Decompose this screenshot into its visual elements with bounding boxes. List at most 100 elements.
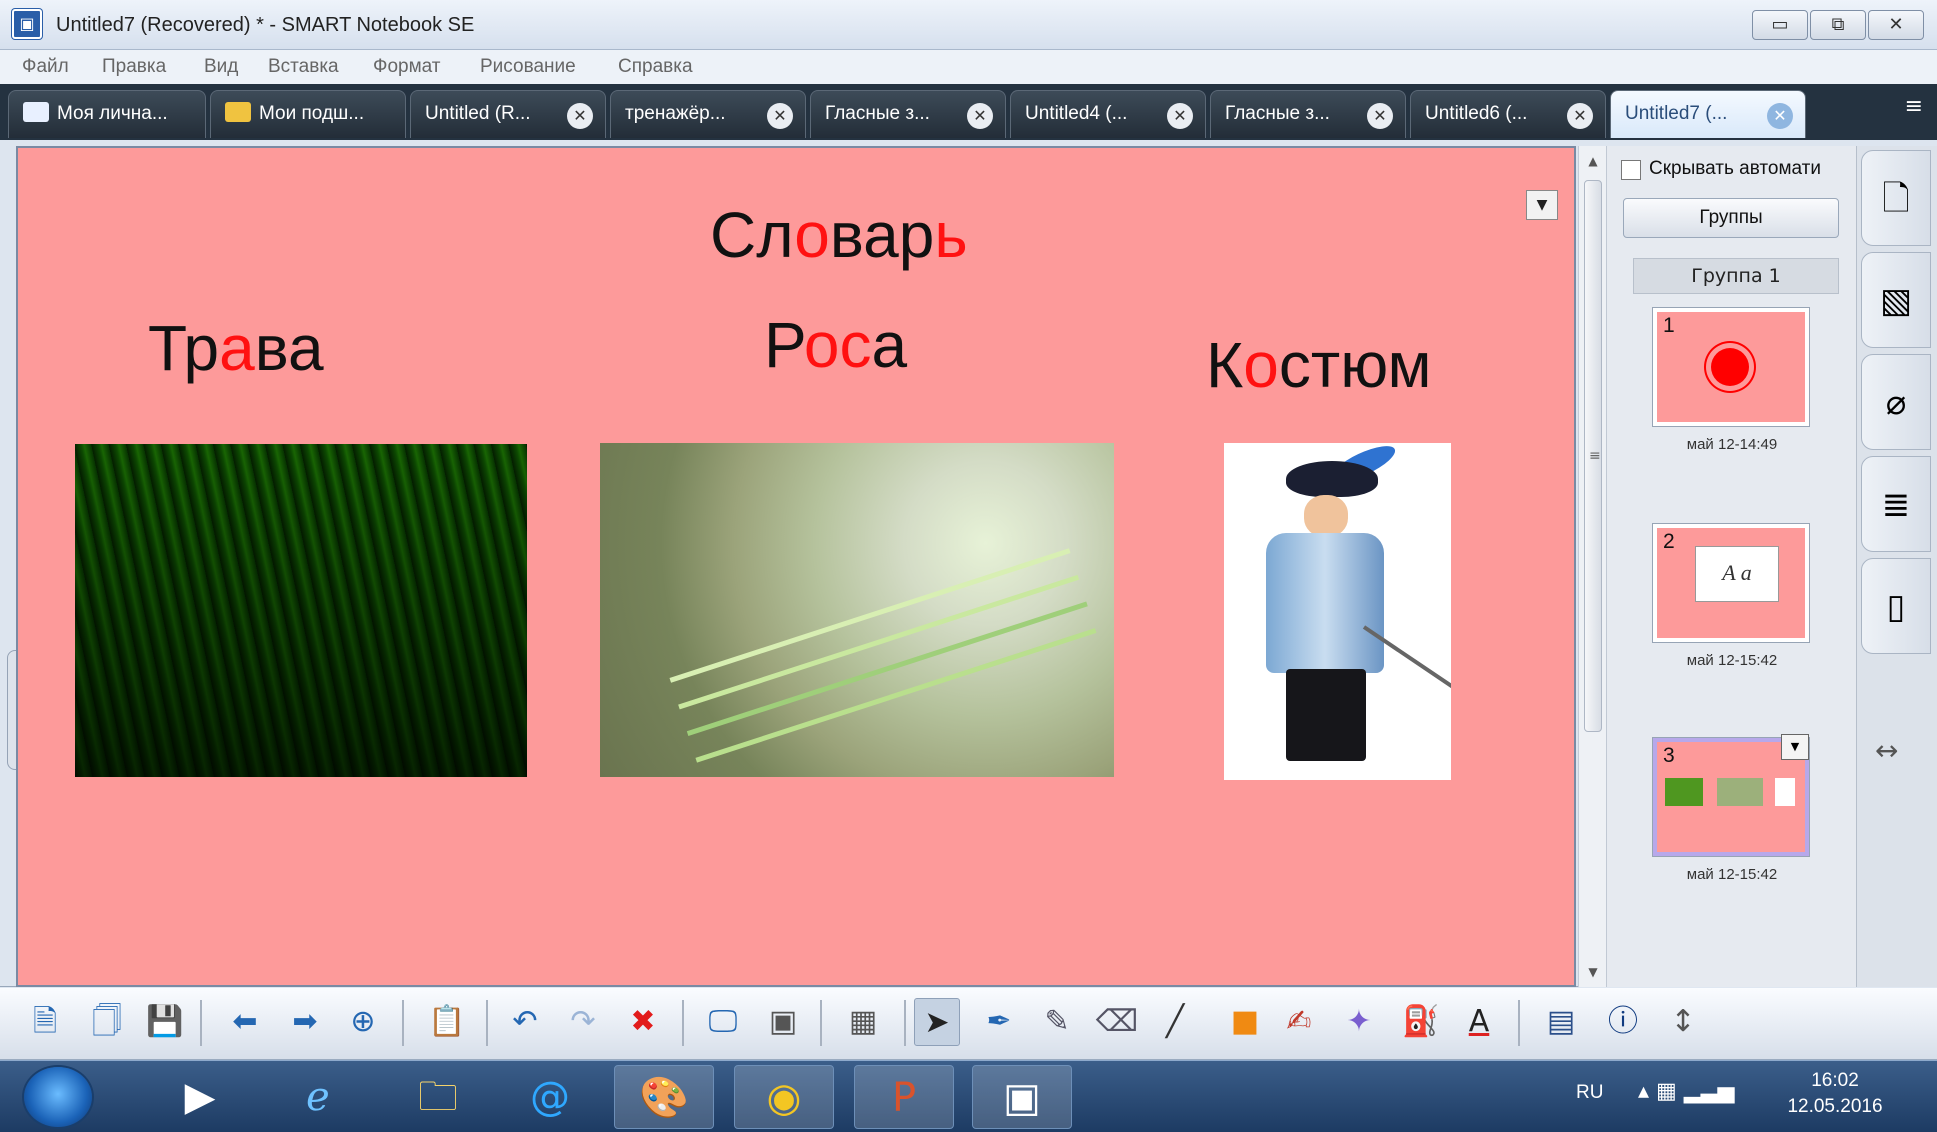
boy-face [1304,495,1348,537]
pen-icon[interactable]: ✒ [976,998,1022,1046]
tab-untitled4[interactable]: Untitled4 (... ✕ [1010,90,1206,138]
tab-vowels-2[interactable]: Гласные з... ✕ [1210,90,1406,138]
close-icon[interactable]: ✕ [1367,103,1393,129]
addons-tab[interactable]: ▯ [1861,558,1931,654]
close-icon[interactable]: ✕ [1167,103,1193,129]
dew-photo[interactable] [600,443,1114,777]
undo-icon[interactable]: ↶ [502,998,548,1046]
highlighter-icon[interactable]: ✍ [1276,998,1322,1046]
tab-vowels-1[interactable]: Гласные з... ✕ [810,90,1006,138]
paste-icon[interactable]: 📋 [424,998,470,1046]
close-icon[interactable]: ✕ [567,103,593,129]
group-header[interactable]: Группа 1 [1633,258,1839,294]
resize-horizontal-icon[interactable]: ↔ [1875,736,1898,766]
screen-capture-icon[interactable]: ▣ [760,998,806,1046]
menu-draw[interactable]: Рисование [480,54,576,80]
scroll-thumb[interactable]: ≡ [1584,180,1602,732]
redo-icon[interactable]: ↷ [560,998,606,1046]
language-indicator[interactable]: RU [1576,1081,1603,1105]
windows-taskbar: ▶ ℯ 🗀 @ 🎨 ◉ P ▣ RU ▴ ▦ ▂▃▅ 16:02 12.05.2… [0,1060,1937,1132]
smart-notebook-taskbar-icon[interactable]: ▣ [972,1065,1072,1129]
toolbar-separator [486,1000,488,1046]
menu-help[interactable]: Справка [618,54,693,80]
shape-icon[interactable]: ■ [1222,998,1268,1046]
tab-untitled[interactable]: Untitled (R... ✕ [410,90,606,138]
scroll-up-arrow-icon[interactable]: ▲ [1579,148,1607,174]
close-icon[interactable]: ✕ [767,103,793,129]
tab-untitled7-active[interactable]: Untitled7 (... ✕ [1610,90,1806,138]
tab-menu-icon[interactable]: ≡ [1905,92,1923,122]
response-icon[interactable]: ⓘ [1600,998,1646,1046]
grass-photo[interactable] [75,444,527,777]
mini-dew-icon [1717,778,1763,806]
menu-edit[interactable]: Правка [102,54,166,80]
thumbnail-menu-icon[interactable]: ▼ [1781,734,1809,760]
forward-icon[interactable]: ➡ [282,998,328,1046]
restore-button[interactable]: ⧉ [1810,10,1866,40]
vertical-scrollbar[interactable]: ▲ ≡ ▼ [1578,146,1606,987]
magic-pen-icon[interactable]: ✦ [1336,998,1382,1046]
tab-my-subscriptions[interactable]: Мои подш... [210,90,406,138]
close-icon[interactable]: ✕ [1567,103,1593,129]
creative-pen-icon[interactable]: ✎ [1034,998,1080,1046]
app-icon[interactable]: ▣ [12,9,42,39]
text-icon[interactable]: A [1456,998,1502,1046]
chrome-icon[interactable]: ◉ [734,1065,834,1129]
save-icon[interactable]: 💾 [142,998,188,1046]
media-player-icon[interactable]: ▶ [150,1065,250,1129]
word-grass[interactable]: Трава [148,313,324,383]
scroll-down-arrow-icon[interactable]: ▼ [1579,959,1607,985]
internet-explorer-icon[interactable]: ℯ [268,1065,368,1129]
mail-agent-icon[interactable]: @ [500,1065,600,1129]
tab-my-content[interactable]: Моя лична... [8,90,206,138]
tab-trainer[interactable]: тренажёр... ✕ [610,90,806,138]
powerpoint-icon[interactable]: P [854,1065,954,1129]
menu-format[interactable]: Формат [373,54,441,80]
screen-shade-icon[interactable]: 🖵 [700,998,746,1046]
clock-date[interactable]: 12.05.2016 [1770,1095,1900,1119]
page-menu-dropdown-icon[interactable]: ▼ [1526,190,1558,220]
work-area: ▸▸⋮⋮ ▼ Словарь Трава Роса Костюм ▲ ≡ ▼ [0,140,1937,987]
paint-icon[interactable]: 🎨 [614,1065,714,1129]
groups-button[interactable]: Группы [1623,198,1839,238]
menu-view[interactable]: Вид [204,54,238,80]
menu-file[interactable]: Файл [22,54,69,80]
minimize-button[interactable]: ▭ [1752,10,1808,40]
fill-icon[interactable]: ⛽ [1398,998,1444,1046]
properties-tab[interactable]: ≣ [1861,456,1931,552]
musketeer-costume-photo[interactable] [1224,443,1451,780]
new-page-icon[interactable]: 🗎 [22,998,68,1046]
close-window-button[interactable]: ✕ [1868,10,1924,40]
close-icon[interactable]: ✕ [1767,103,1793,129]
file-explorer-icon[interactable]: 🗀 [388,1065,488,1129]
notebook-page-canvas[interactable]: ▼ Словарь Трава Роса Костюм [16,146,1576,987]
line-icon[interactable]: ╱ [1152,998,1198,1046]
delete-icon[interactable]: ✖ [620,998,666,1046]
page-time-1: май 12-14:49 [1686,436,1778,453]
page-thumbnail-2[interactable]: 2 A a [1653,524,1809,642]
page-thumbnail-1[interactable]: 1 [1653,308,1809,426]
start-button[interactable] [24,1067,92,1127]
word-dew[interactable]: Роса [764,310,907,380]
tab-untitled6[interactable]: Untitled6 (... ✕ [1410,90,1606,138]
autohide-checkbox[interactable] [1621,160,1641,180]
select-icon[interactable]: ➤ [914,998,960,1046]
page-sorter-tab[interactable]: 🗋 [1861,150,1931,246]
move-toolbar-icon[interactable]: ↕ [1660,998,1706,1046]
table-icon[interactable]: ▦ [840,998,886,1046]
open-icon[interactable]: 🗍 [84,998,130,1046]
clock-time[interactable]: 16:02 [1780,1069,1890,1093]
system-tray-icons[interactable]: ▴ ▦ ▂▃▅ [1638,1077,1735,1107]
back-icon[interactable]: ⬅ [222,998,268,1046]
page-thumbnail-3[interactable]: 3 ▼ [1653,734,1809,856]
add-page-icon[interactable]: ⊕ [340,998,386,1046]
sun-icon [1711,348,1749,386]
attachments-tab[interactable]: ⌀ [1861,354,1931,450]
gallery-tab[interactable]: ▧ [1861,252,1931,348]
eraser-icon[interactable]: ⌫ [1094,998,1140,1046]
menu-insert[interactable]: Вставка [268,54,339,80]
close-icon[interactable]: ✕ [967,103,993,129]
page-title[interactable]: Словарь [710,200,968,270]
word-costume[interactable]: Костюм [1206,330,1431,400]
lesson-activity-icon[interactable]: ▤ [1538,998,1584,1046]
